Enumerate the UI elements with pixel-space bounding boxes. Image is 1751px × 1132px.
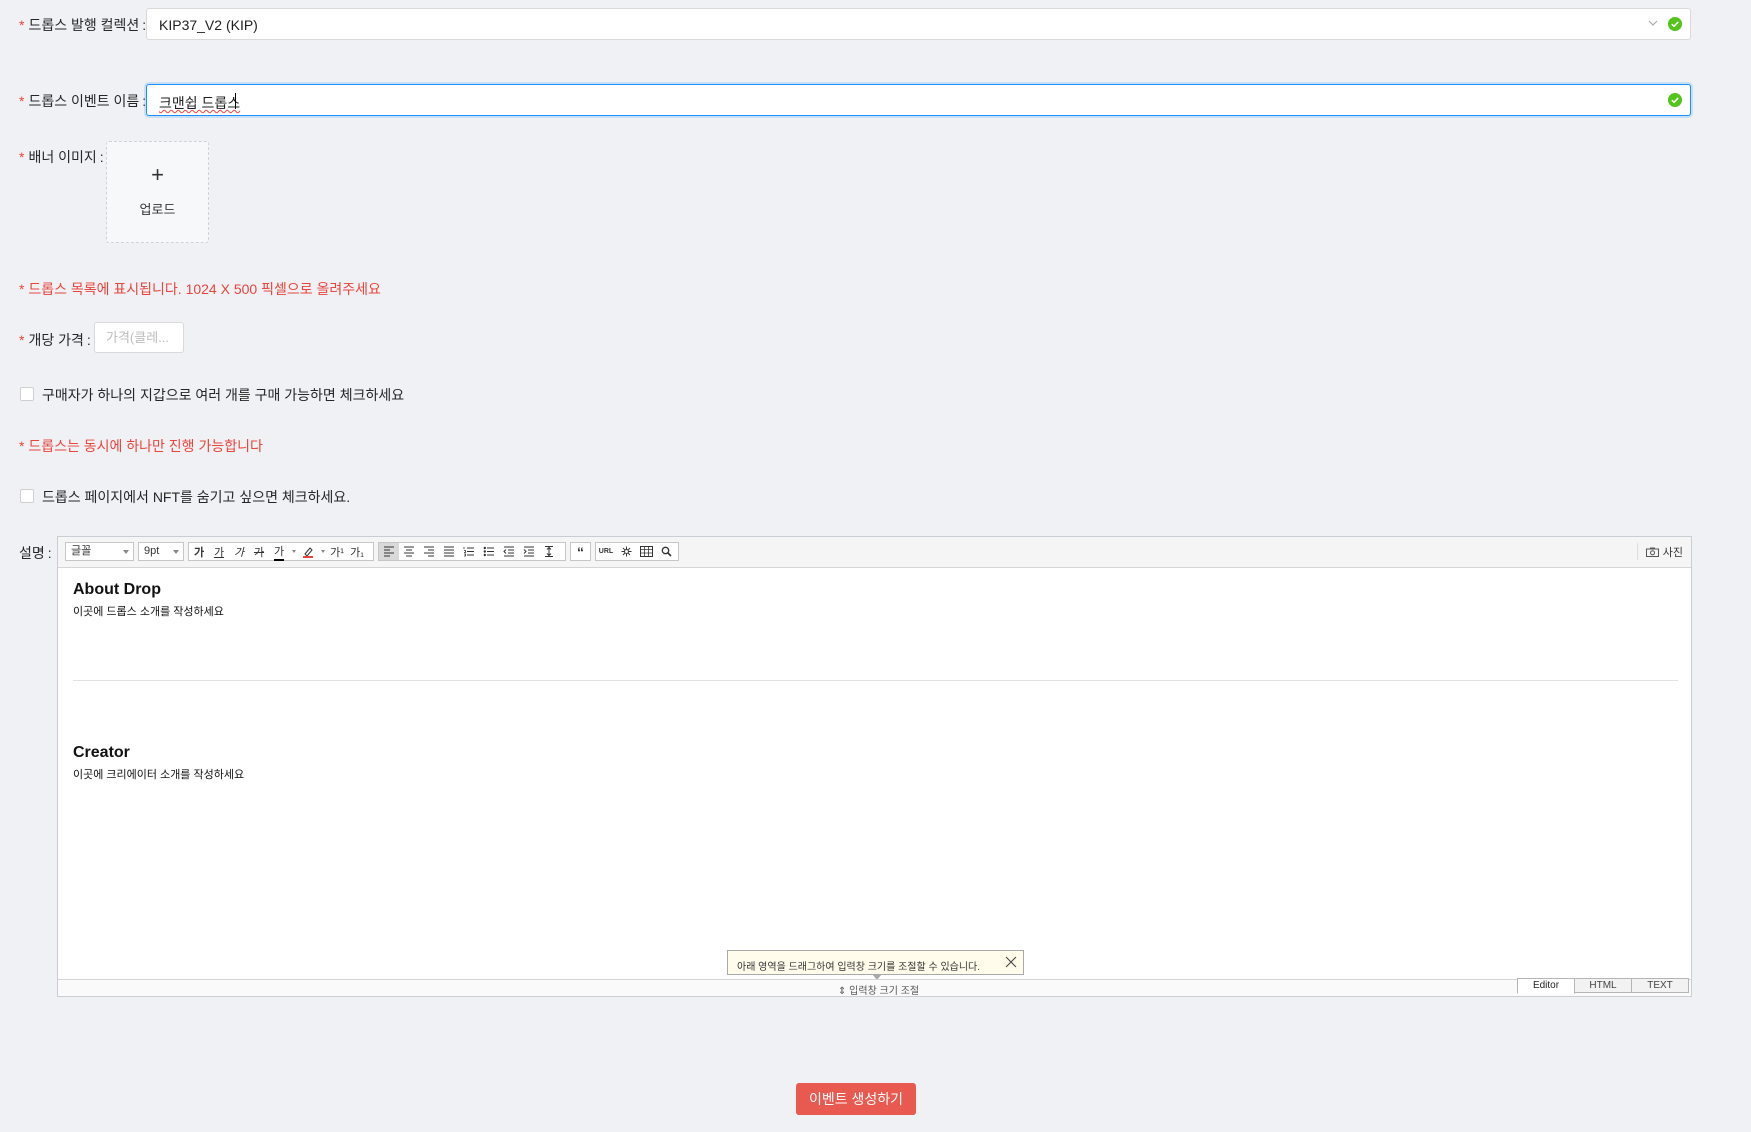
banner-upload-button[interactable]: + 업로드 xyxy=(106,141,209,243)
dropdown-arrow-icon xyxy=(123,550,129,554)
special-char-icon xyxy=(621,546,631,557)
line-height-icon xyxy=(545,546,553,557)
chevron-down-icon xyxy=(1648,20,1658,26)
editor-content[interactable]: About Drop 이곳에 드롭스 소개를 작성하세요 Creator 이곳에… xyxy=(73,567,1678,979)
event-name-value: 크맨쉽 드롭스 xyxy=(159,95,241,111)
tab-html[interactable]: HTML xyxy=(1574,978,1632,993)
align-left-icon xyxy=(384,546,394,557)
underline-button[interactable]: 가 xyxy=(209,543,229,560)
find-button[interactable] xyxy=(656,543,676,560)
ordered-list-icon xyxy=(463,547,474,557)
highlighter-icon xyxy=(303,546,313,558)
insert-group: URL xyxy=(595,542,679,561)
check-circle-icon xyxy=(1668,93,1682,107)
font-family-select[interactable]: 글꼴 xyxy=(65,542,134,561)
align-left-button[interactable] xyxy=(379,543,399,560)
tab-text[interactable]: TEXT xyxy=(1631,978,1689,993)
ordered-list-button[interactable] xyxy=(459,543,479,560)
editor-mode-tabs: Editor HTML TEXT xyxy=(1517,978,1689,994)
text-format-group: 가 가 가 가 가 가¹ 가₁ xyxy=(188,542,374,561)
align-justify-icon xyxy=(444,546,454,557)
multi-purchase-label: 구매자가 하나의 지갑으로 여러 개를 구매 가능하면 체크하세요 xyxy=(42,387,405,403)
align-center-icon xyxy=(404,546,414,557)
bullet-list-icon xyxy=(483,546,494,557)
quote-group: “ xyxy=(570,542,591,561)
concurrent-drops-notice: * 드롭스는 동시에 하나만 진행 가능합니다 xyxy=(19,438,263,454)
plus-icon: + xyxy=(151,162,164,187)
indent-button[interactable] xyxy=(519,543,539,560)
dropdown-arrow-icon xyxy=(291,550,296,553)
description-label: 설명: xyxy=(19,545,52,561)
price-input[interactable] xyxy=(95,323,183,352)
photo-button[interactable]: 사진 xyxy=(1636,543,1683,560)
align-center-button[interactable] xyxy=(399,543,419,560)
description-editor: 글꼴 9pt 가 가 가 가 가 가¹ 가₁ “ URL 사진 About Dr… xyxy=(57,536,1692,997)
outdent-icon xyxy=(503,546,514,557)
collection-value: KIP37_V2 (KIP) xyxy=(159,17,258,33)
price-label: * 개당 가격: xyxy=(19,332,91,348)
search-icon xyxy=(661,546,672,557)
event-name-label: * 드롭스 이벤트 이름: xyxy=(19,93,147,109)
table-button[interactable] xyxy=(636,543,656,560)
content-divider xyxy=(73,680,1678,681)
italic-button[interactable]: 가 xyxy=(229,543,249,560)
resize-arrows-icon: ⇕ xyxy=(838,986,850,997)
collection-label: * 드롭스 발행 컬렉션: xyxy=(19,17,147,33)
strikethrough-button[interactable]: 가 xyxy=(249,543,269,560)
dropdown-arrow-icon xyxy=(173,550,179,554)
about-drop-text: 이곳에 드롭스 소개를 작성하세요 xyxy=(73,606,224,618)
link-button[interactable]: URL xyxy=(596,543,616,560)
indent-icon xyxy=(523,546,534,557)
tab-editor[interactable]: Editor xyxy=(1517,978,1575,994)
font-size-select[interactable]: 9pt xyxy=(138,542,184,561)
creator-heading: Creator xyxy=(73,744,130,761)
bold-button[interactable]: 가 xyxy=(189,543,209,560)
about-drop-heading: About Drop xyxy=(73,581,161,598)
editor-toolbar: 글꼴 9pt 가 가 가 가 가 가¹ 가₁ “ URL 사진 xyxy=(58,537,1691,568)
close-icon[interactable] xyxy=(1005,956,1017,968)
banner-label: * 배너 이미지: xyxy=(19,149,104,165)
creator-text: 이곳에 크리에이터 소개를 작성하세요 xyxy=(73,769,245,781)
event-name-input[interactable]: 크맨쉽 드롭스 xyxy=(146,84,1691,116)
quote-button[interactable]: “ xyxy=(571,543,590,560)
align-right-button[interactable] xyxy=(419,543,439,560)
upload-label: 업로드 xyxy=(139,202,176,217)
highlight-button[interactable] xyxy=(298,543,318,560)
create-event-button[interactable]: 이벤트 생성하기 xyxy=(796,1083,916,1115)
bullet-list-button[interactable] xyxy=(479,543,499,560)
subscript-button[interactable]: 가₁ xyxy=(347,543,367,560)
outdent-button[interactable] xyxy=(499,543,519,560)
multi-purchase-checkbox[interactable] xyxy=(20,387,34,401)
paragraph-group xyxy=(378,542,566,561)
font-color-button[interactable]: 가 xyxy=(269,543,289,561)
font-color-dropdown[interactable] xyxy=(289,543,298,560)
superscript-button[interactable]: 가¹ xyxy=(327,543,347,560)
camera-icon xyxy=(1645,547,1659,557)
align-right-icon xyxy=(424,546,434,557)
price-field[interactable] xyxy=(94,322,184,353)
quote-icon: “ xyxy=(577,543,584,560)
table-icon xyxy=(639,546,653,557)
collection-select[interactable]: KIP37_V2 (KIP) xyxy=(146,8,1691,40)
line-height-button[interactable] xyxy=(539,543,559,560)
hide-nft-checkbox[interactable] xyxy=(20,489,34,503)
check-circle-icon xyxy=(1668,17,1682,31)
banner-size-notice: * 드롭스 목록에 표시됩니다. 1024 X 500 픽셀으로 올려주세요 xyxy=(19,281,381,297)
hide-nft-label: 드롭스 페이지에서 NFT를 숨기고 싶으면 체크하세요. xyxy=(42,489,351,505)
text-caret xyxy=(235,93,236,109)
align-justify-button[interactable] xyxy=(439,543,459,560)
dropdown-arrow-icon xyxy=(320,550,325,553)
resize-tooltip: 아래 영역을 드래그하여 입력창 크기를 조절할 수 있습니다. xyxy=(727,950,1024,980)
special-char-button[interactable] xyxy=(616,543,636,560)
highlight-dropdown[interactable] xyxy=(318,543,327,560)
resize-handle[interactable]: ⇕ 입력창 크기 조절 Editor HTML TEXT xyxy=(58,978,1691,997)
